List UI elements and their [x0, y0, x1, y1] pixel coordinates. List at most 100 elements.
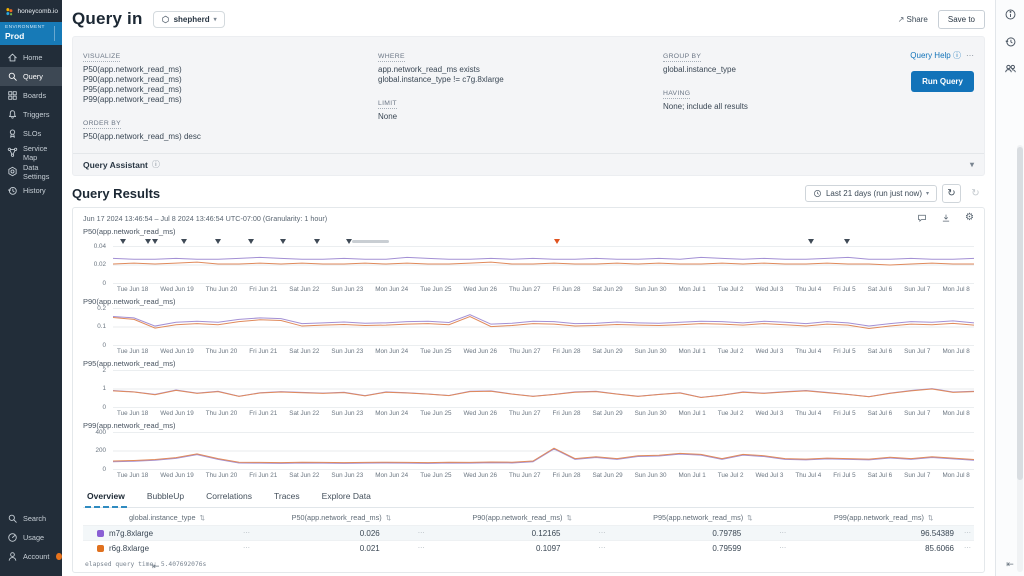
collapse-sidebar-icon[interactable]: ⇤: [152, 561, 160, 572]
chart-plot-area[interactable]: 4002000: [113, 432, 974, 470]
environment-selector[interactable]: ENVIRONMENT Prod: [0, 22, 62, 45]
builder-clause[interactable]: None; include all results: [663, 102, 854, 112]
sidebar-item-history[interactable]: History: [0, 181, 62, 200]
column-header[interactable]: P90(app.network_read_ms)⇅: [432, 513, 613, 522]
builder-clause[interactable]: P50(app.network_read_ms) desc: [83, 132, 378, 142]
cell-menu-icon[interactable]: ⋯: [964, 544, 972, 552]
metric-cell: 85.6066⋯: [793, 544, 974, 553]
marker-icon[interactable]: [215, 239, 221, 244]
column-header[interactable]: P99(app.network_read_ms) ⇅: [793, 513, 974, 522]
chart-plot-area[interactable]: 0.20.10: [113, 308, 974, 346]
group-cell[interactable]: r6g.8xlarge⋯: [83, 544, 251, 553]
cell-menu-icon[interactable]: ⋯: [599, 529, 607, 537]
sort-icon[interactable]: ⇅: [566, 514, 571, 522]
chart-plot-area[interactable]: 0.040.020: [113, 246, 974, 284]
marker-icon[interactable]: [808, 239, 814, 244]
sidebar-item-home[interactable]: Home: [0, 48, 62, 67]
marker-icon[interactable]: [181, 239, 187, 244]
tab-explore-data[interactable]: Explore Data: [320, 487, 373, 507]
marker-icon[interactable]: [152, 239, 158, 244]
run-query-button[interactable]: Run Query: [911, 71, 974, 92]
sidebar-item-label: Data Settings: [23, 163, 62, 181]
sidebar-item-slos[interactable]: SLOs: [0, 124, 62, 143]
sort-icon[interactable]: ⇅: [747, 514, 752, 522]
marker-icon[interactable]: [346, 239, 352, 244]
cell-menu-icon[interactable]: ⋯: [779, 529, 787, 537]
builder-clause[interactable]: P90(app.network_read_ms): [83, 75, 378, 85]
honeycomb-logo[interactable]: honeycomb.io: [0, 0, 62, 22]
chevron-down-icon[interactable]: ▾: [970, 160, 974, 169]
marker-icon[interactable]: [120, 239, 126, 244]
builder-section-where[interactable]: WHEREapp.network_read_ms existsglobal.in…: [378, 45, 663, 85]
builder-clause[interactable]: P95(app.network_read_ms): [83, 85, 378, 95]
builder-clause[interactable]: global.instance_type: [663, 65, 854, 75]
column-header[interactable]: global.instance_type⇅: [83, 513, 251, 522]
marker-icon[interactable]: [554, 239, 560, 244]
sidebar-item-query[interactable]: Query: [0, 67, 62, 86]
chart-plot-area[interactable]: 210: [113, 370, 974, 408]
query-assistant-bar[interactable]: Query Assistant ⓘ ▾: [73, 153, 984, 175]
history-icon[interactable]: [1004, 35, 1017, 48]
more-options-icon[interactable]: ⋯: [966, 51, 974, 60]
rerun-query-button[interactable]: ↻: [942, 184, 961, 203]
sidebar-item-account[interactable]: Account: [0, 547, 62, 566]
sort-icon[interactable]: ⇅: [200, 514, 205, 522]
sidebar-item-data-settings[interactable]: Data Settings: [0, 162, 62, 181]
builder-section-group-by[interactable]: GROUP BYglobal.instance_type: [663, 45, 854, 75]
marker-icon[interactable]: [280, 239, 286, 244]
builder-clause[interactable]: P50(app.network_read_ms): [83, 65, 378, 75]
column-header[interactable]: P50(app.network_read_ms)⇅: [251, 513, 432, 522]
sidebar-item-service-map[interactable]: Service Map: [0, 143, 62, 162]
sidebar-item-triggers[interactable]: Triggers: [0, 105, 62, 124]
row-menu-icon[interactable]: ⋯: [243, 544, 251, 552]
collapse-panel-icon[interactable]: ⇤: [1006, 559, 1014, 570]
metric-value: 0.12165: [532, 529, 561, 538]
sidebar-item-search[interactable]: Search: [0, 509, 62, 528]
page-header: Query in shepherd ▾ ↗Share Save to: [72, 7, 985, 31]
marker-icon[interactable]: [314, 239, 320, 244]
save-to-button[interactable]: Save to: [938, 10, 985, 29]
cell-menu-icon[interactable]: ⋯: [779, 544, 787, 552]
people-icon[interactable]: [1004, 62, 1017, 75]
sidebar-item-usage[interactable]: Usage: [0, 528, 62, 547]
dataset-selector[interactable]: shepherd ▾: [153, 11, 225, 28]
cell-menu-icon[interactable]: ⋯: [418, 529, 426, 537]
scrollbar[interactable]: [1017, 145, 1023, 572]
info-icon[interactable]: [1004, 8, 1017, 21]
marker-icon[interactable]: [248, 239, 254, 244]
row-menu-icon[interactable]: ⋯: [243, 529, 251, 537]
column-header[interactable]: P95(app.network_read_ms)⇅: [613, 513, 794, 522]
cell-menu-icon[interactable]: ⋯: [418, 544, 426, 552]
builder-clause[interactable]: global.instance_type != c7g.8xlarge: [378, 75, 663, 85]
tab-bubbleup[interactable]: BubbleUp: [145, 487, 186, 507]
query-help-link[interactable]: Query Help ⓘ⋯: [910, 51, 974, 60]
download-icon[interactable]: [941, 213, 951, 223]
gear-icon[interactable]: ⚙: [965, 213, 974, 223]
time-range-selector[interactable]: Last 21 days (run just now) ▾: [805, 185, 937, 202]
table-row[interactable]: r6g.8xlarge⋯0.021⋯0.1097⋯0.79599⋯85.6066…: [83, 540, 974, 555]
builder-section-limit[interactable]: LIMITNone: [378, 92, 663, 122]
sort-icon[interactable]: ⇅: [386, 514, 391, 522]
x-tick-label: Sun Jul 7: [904, 410, 930, 417]
cell-menu-icon[interactable]: ⋯: [599, 544, 607, 552]
share-button[interactable]: ↗Share: [898, 15, 928, 24]
tab-traces[interactable]: Traces: [272, 487, 302, 507]
sidebar-item-boards[interactable]: Boards: [0, 86, 62, 105]
builder-section-visualize[interactable]: VISUALIZEP50(app.network_read_ms)P90(app…: [83, 45, 378, 105]
marker-icon[interactable]: [844, 239, 850, 244]
builder-clause[interactable]: app.network_read_ms exists: [378, 65, 663, 75]
table-row[interactable]: m7g.8xlarge⋯0.026⋯0.12165⋯0.79785⋯96.543…: [83, 525, 974, 540]
column-label: P99(app.network_read_ms): [834, 513, 924, 522]
group-cell[interactable]: m7g.8xlarge⋯: [83, 529, 251, 538]
tab-overview[interactable]: Overview: [85, 487, 127, 508]
tab-correlations[interactable]: Correlations: [204, 487, 254, 507]
scrollbar-thumb[interactable]: [1017, 147, 1023, 480]
builder-section-order-by[interactable]: ORDER BYP50(app.network_read_ms) desc: [83, 112, 378, 142]
cell-menu-icon[interactable]: ⋯: [964, 529, 972, 537]
builder-clause[interactable]: P99(app.network_read_ms): [83, 95, 378, 105]
builder-section-having[interactable]: HAVINGNone; include all results: [663, 82, 854, 112]
marker-icon[interactable]: [145, 239, 151, 244]
sort-icon[interactable]: ⇅: [928, 514, 933, 522]
comment-icon[interactable]: [917, 213, 927, 223]
builder-clause[interactable]: None: [378, 112, 663, 122]
